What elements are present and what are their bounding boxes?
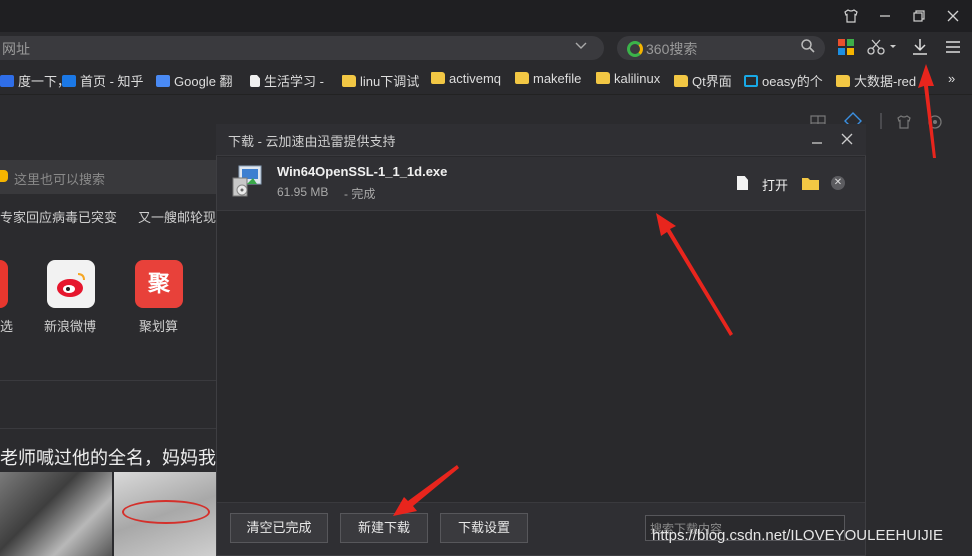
annotation-arrow-new [393, 465, 459, 516]
annotation-arrow-download [918, 64, 936, 158]
annotation-arrow-item [656, 213, 733, 336]
annotation-arrows [393, 64, 936, 516]
